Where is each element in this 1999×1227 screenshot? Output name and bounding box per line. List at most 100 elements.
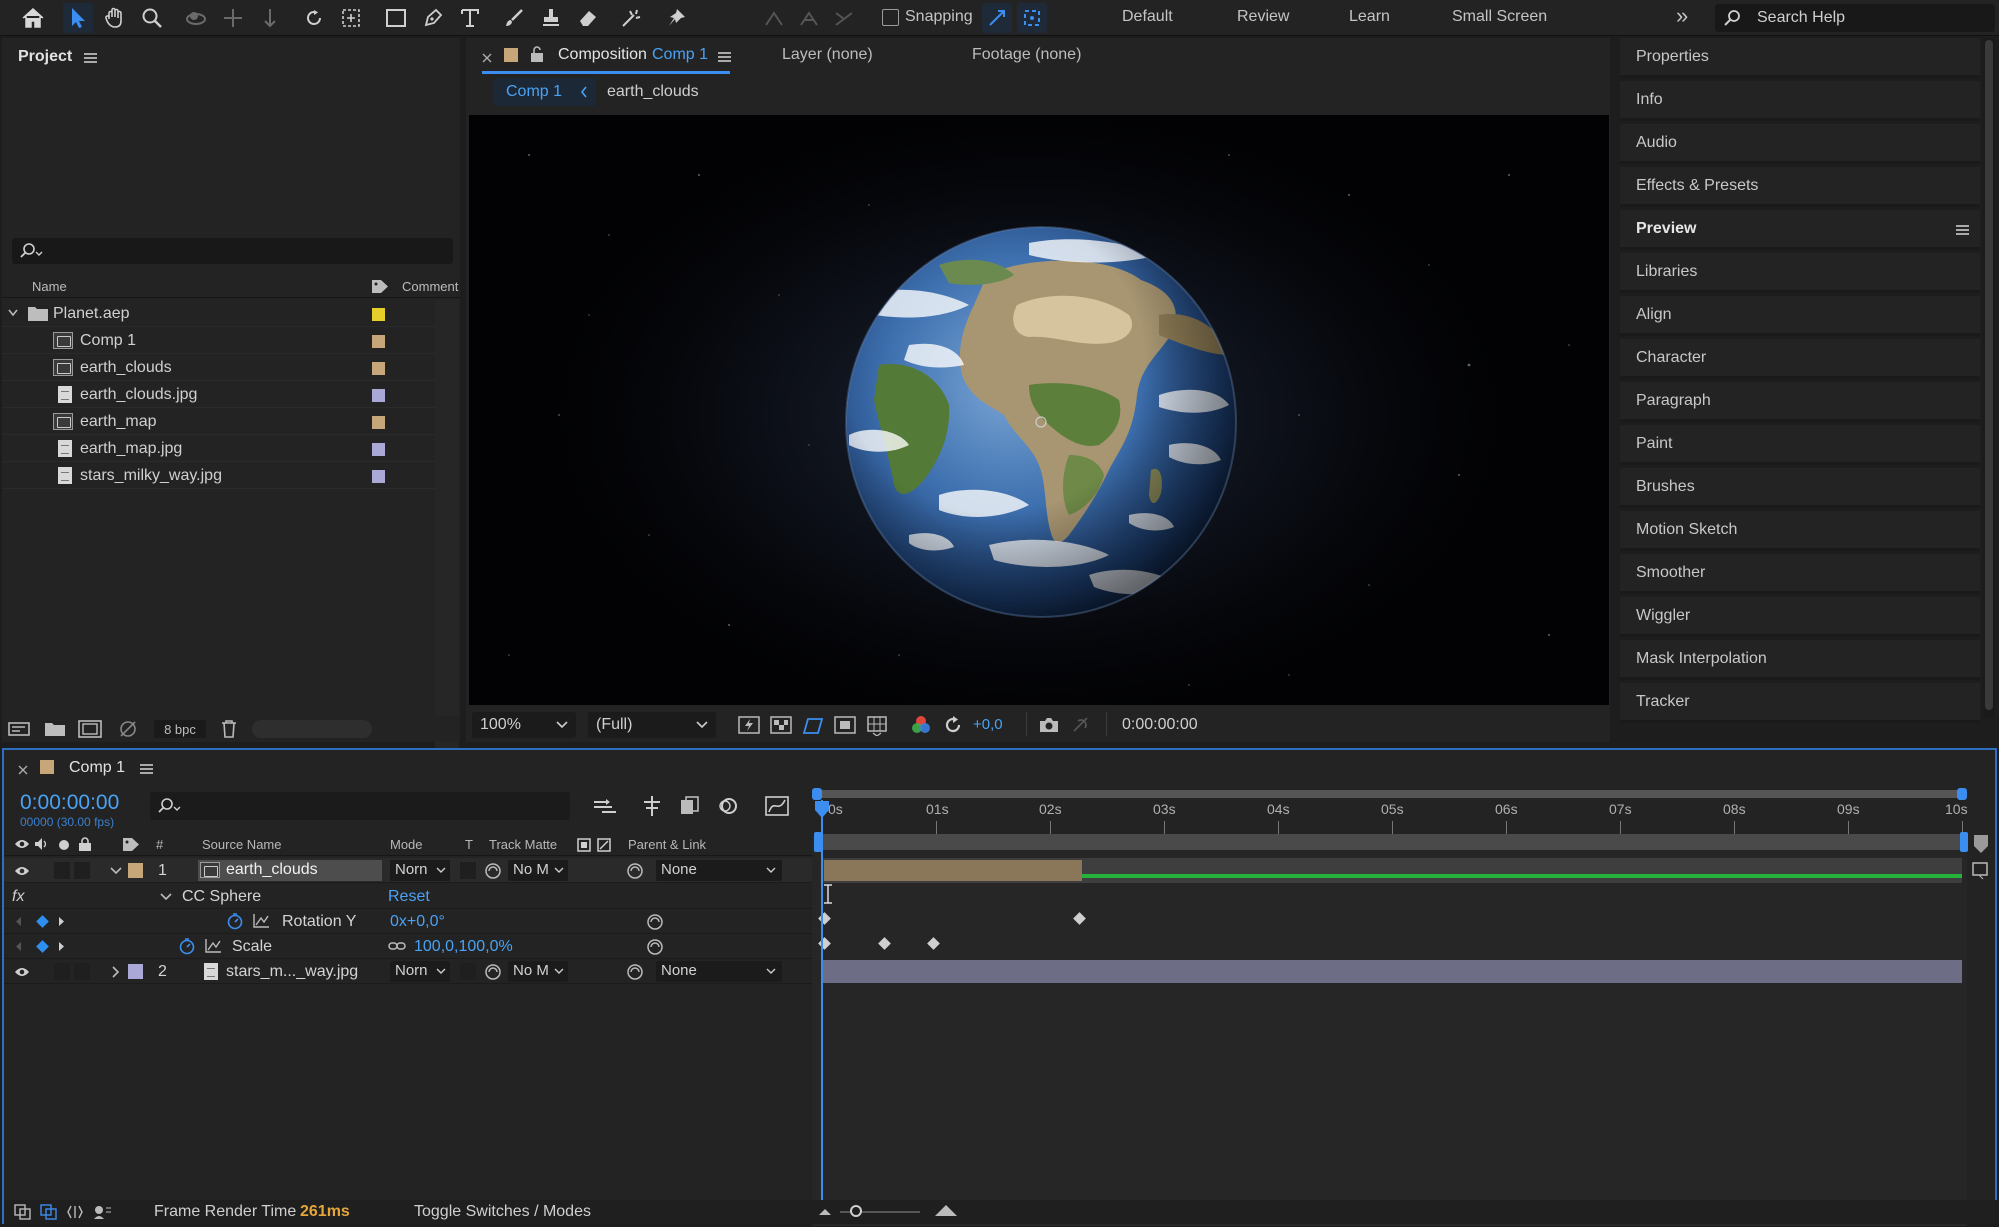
label-swatch[interactable]	[372, 389, 385, 402]
current-time[interactable]: 0:00:00:00	[20, 791, 119, 815]
zoom-dropdown[interactable]: 100%	[472, 712, 576, 738]
panel-paragraph[interactable]: Paragraph	[1620, 382, 1980, 422]
next-keyframe-icon[interactable]	[58, 941, 66, 952]
column-source-name[interactable]: Source Name	[202, 837, 281, 852]
workspace-overflow-button[interactable]: »	[1676, 3, 1688, 29]
project-menu-icon[interactable]	[84, 53, 97, 63]
close-icon[interactable]	[482, 53, 492, 63]
time-navigator[interactable]	[816, 790, 1962, 798]
trash-icon[interactable]	[220, 719, 238, 739]
pen-tool-icon[interactable]	[418, 3, 448, 33]
comp-end-marker[interactable]	[1970, 834, 1992, 856]
panel-libraries[interactable]: Libraries	[1620, 253, 1980, 293]
panel-smoother[interactable]: Smoother	[1620, 554, 1980, 594]
panel-motion-sketch[interactable]: Motion Sketch	[1620, 511, 1980, 551]
panel-wiggler[interactable]: Wiggler	[1620, 597, 1980, 637]
panel-mask-interpolation[interactable]: Mask Interpolation	[1620, 640, 1980, 680]
pick-whip-icon[interactable]	[484, 963, 502, 981]
thumbnail-zoom-slider[interactable]	[252, 720, 372, 738]
show-snapshot-icon[interactable]	[1070, 715, 1092, 735]
track-matte-dropdown[interactable]: No M	[508, 860, 568, 881]
composition-menu-icon[interactable]	[718, 52, 731, 62]
chevron-down-icon[interactable]	[160, 893, 172, 901]
home-icon[interactable]	[18, 3, 48, 33]
stopwatch-icon[interactable]	[178, 937, 196, 955]
add-keyframe-icon[interactable]	[36, 915, 49, 928]
navigator-start-handle[interactable]	[812, 788, 822, 800]
label-swatch[interactable]	[372, 416, 385, 429]
dolly-camera-icon[interactable]	[255, 3, 285, 33]
frame-blending-icon[interactable]	[678, 794, 702, 818]
timeline-search-input[interactable]	[150, 792, 570, 820]
motion-blur-icon[interactable]	[716, 794, 740, 818]
snap-features-icon[interactable]	[1017, 3, 1047, 33]
keyframe-scale-1[interactable]	[878, 937, 891, 950]
new-folder-icon[interactable]	[44, 720, 66, 738]
type-tool-icon[interactable]	[455, 3, 485, 33]
clone-stamp-icon[interactable]	[536, 3, 566, 33]
snapping-checkbox[interactable]	[882, 9, 899, 26]
panel-preview[interactable]: Preview	[1620, 210, 1980, 250]
layer-tab[interactable]: Layer (none)	[782, 46, 873, 64]
grid-guides-icon[interactable]	[866, 714, 888, 736]
panel-info[interactable]: Info	[1620, 81, 1980, 121]
zoom-out-icon[interactable]	[818, 1206, 832, 1216]
parent-pick-whip-icon[interactable]	[626, 862, 644, 880]
workspace-small-screen[interactable]: Small Screen	[1452, 8, 1547, 26]
blend-mode-dropdown[interactable]: Norn	[390, 860, 450, 881]
reset-exposure-icon[interactable]	[942, 714, 964, 736]
constrain-proportions-icon[interactable]	[388, 939, 406, 953]
property-row[interactable]: Rotation Y 0x+0,0°	[4, 909, 812, 934]
region-of-interest-icon[interactable]	[834, 715, 856, 735]
fx-icon[interactable]: fx	[12, 888, 24, 906]
pan-behind-icon[interactable]	[336, 3, 366, 33]
panel-brushes[interactable]: Brushes	[1620, 468, 1980, 508]
lock-icon[interactable]	[530, 46, 544, 63]
effect-row[interactable]: fx CC Sphere Reset	[4, 884, 812, 909]
panel-paint[interactable]: Paint	[1620, 425, 1980, 465]
work-area-bar[interactable]	[816, 834, 1962, 850]
mask-visibility-icon[interactable]	[802, 715, 824, 735]
layer-row[interactable]: 1 earth_clouds Norn No M None	[4, 858, 812, 883]
workspace-learn[interactable]: Learn	[1349, 8, 1390, 26]
breadcrumb-precomp[interactable]: earth_clouds	[607, 83, 699, 101]
project-item-file[interactable]: stars_milky_way.jpg	[2, 462, 436, 489]
playhead-handle-icon[interactable]	[814, 800, 830, 820]
project-item-comp[interactable]: earth_map	[2, 408, 436, 435]
pick-whip-icon[interactable]	[484, 862, 502, 880]
project-item-comp[interactable]: earth_clouds	[2, 354, 436, 381]
prev-keyframe-icon[interactable]	[14, 941, 22, 952]
track-matte-dropdown[interactable]: No M	[508, 961, 568, 982]
project-item-file[interactable]: earth_clouds.jpg	[2, 381, 436, 408]
layer-label-swatch[interactable]	[128, 863, 143, 878]
breadcrumb-comp[interactable]: Comp 1	[506, 83, 562, 101]
eye-icon[interactable]	[14, 838, 30, 850]
chevron-down-icon[interactable]	[8, 309, 18, 317]
orbit-camera-icon[interactable]	[181, 3, 211, 33]
column-comment[interactable]: Comment	[402, 279, 458, 294]
work-area-end-handle[interactable]	[1960, 832, 1968, 852]
fast-previews-icon[interactable]	[738, 715, 760, 735]
parent-dropdown[interactable]: None	[656, 860, 782, 881]
workspace-default[interactable]: Default	[1122, 8, 1173, 26]
navigator-end-handle[interactable]	[1957, 788, 1967, 800]
panel-audio[interactable]: Audio	[1620, 124, 1980, 164]
chevron-down-icon[interactable]	[110, 867, 122, 875]
composition-viewer[interactable]	[469, 115, 1609, 705]
in-out-panes-icon[interactable]	[66, 1204, 84, 1220]
pan-camera-icon[interactable]	[218, 3, 248, 33]
time-ruler[interactable]: 0s 01s 02s 03s 04s 05s 06s 07s 08s 09s 1…	[812, 786, 1968, 836]
project-item-folder[interactable]: Planet.aep	[2, 300, 455, 327]
layer-bar-earth-clouds[interactable]	[824, 860, 1082, 881]
property-value[interactable]: 0x+0,0°	[390, 913, 445, 931]
project-item-comp[interactable]: Comp 1	[2, 327, 436, 354]
effect-name[interactable]: CC Sphere	[182, 888, 261, 906]
label-swatch[interactable]	[372, 335, 385, 348]
panel-character[interactable]: Character	[1620, 339, 1980, 379]
transfer-controls-icon[interactable]	[40, 1204, 58, 1220]
preserve-transparency-switch[interactable]	[460, 963, 476, 980]
search-help-input[interactable]: Search Help	[1715, 4, 1995, 32]
new-composition-icon[interactable]	[78, 719, 102, 739]
lock-icon[interactable]	[78, 837, 92, 852]
expression-pick-whip-icon[interactable]	[646, 913, 664, 931]
